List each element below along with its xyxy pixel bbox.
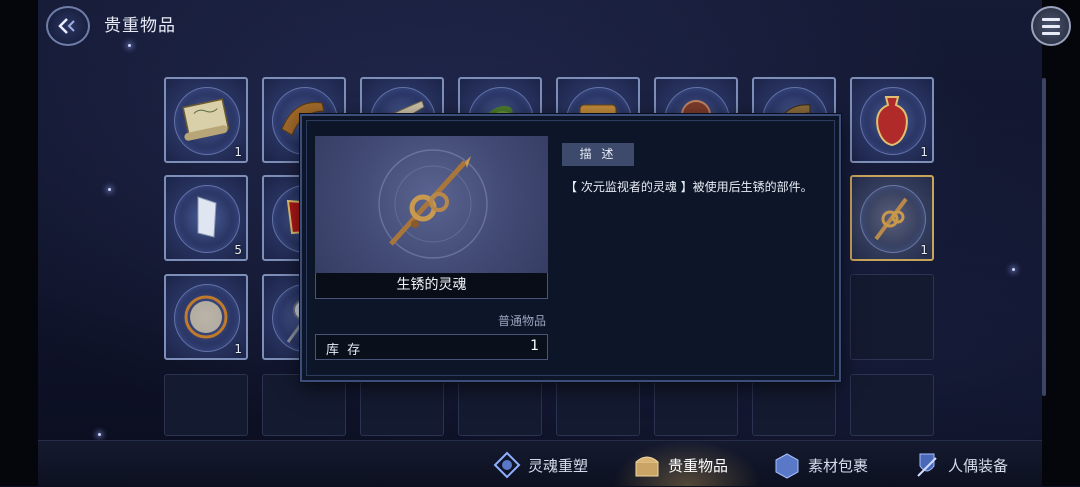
item-count: 1 (920, 145, 928, 159)
tab-material-bag[interactable]: 素材包裹 (772, 448, 868, 482)
page-title: 贵重物品 (104, 16, 176, 36)
item-type: 普通物品 (497, 314, 546, 328)
background-star (1012, 268, 1015, 271)
background-star (98, 433, 101, 436)
item-count: 1 (234, 145, 242, 159)
item-detail-popup: 生锈的灵魂 普通物品 库 存 1 描 述 【 次元监视者的灵魂 】被使用后生锈的… (300, 114, 841, 382)
stock-label: 库 存 (326, 343, 363, 358)
inventory-scrollbar[interactable] (1042, 78, 1046, 396)
back-button[interactable] (46, 6, 90, 46)
inventory-slot-empty[interactable] (164, 374, 248, 436)
rusty-soul-icon (874, 197, 908, 241)
inventory-slot[interactable]: 1 (164, 77, 248, 163)
glowing-orb-icon (184, 295, 228, 339)
inventory-slot-empty[interactable] (654, 374, 738, 436)
item-description: 【 次元监视者的灵魂 】被使用后生锈的部件。 (565, 180, 813, 194)
puppet-equipment-icon (912, 450, 942, 480)
hamburger-menu-icon (1042, 16, 1060, 37)
inventory-slot-empty[interactable] (850, 274, 934, 360)
inventory-slot[interactable]: 5 (164, 175, 248, 261)
vase-icon (876, 96, 908, 147)
inventory-slot-empty[interactable] (458, 374, 542, 436)
tab-label: 素材包裹 (808, 456, 869, 475)
item-count: 1 (234, 342, 242, 356)
stock-value: 1 (530, 338, 539, 354)
inventory-slot-empty[interactable] (360, 374, 444, 436)
background-star (128, 44, 131, 47)
tab-valuables[interactable]: 贵重物品 (632, 448, 728, 482)
tab-label: 人偶装备 (948, 456, 1009, 475)
inventory-slot-empty[interactable] (850, 374, 934, 436)
crystal-icon (197, 196, 217, 238)
treasure-chest-icon (632, 450, 662, 480)
menu-button[interactable] (1031, 6, 1071, 46)
rusty-soul-large-icon (378, 149, 488, 259)
inventory-slot[interactable]: 1 (850, 77, 934, 163)
inventory-slot-empty[interactable] (752, 374, 836, 436)
item-preview (315, 136, 548, 273)
game-screen: 贵重物品 1 1 5 1 1 生锈的灵魂 普通物品 库 存 1 描 述 【 次元… (0, 0, 1080, 487)
scroll-icon (182, 98, 230, 141)
back-arrow-icon (58, 18, 75, 34)
background-star (108, 188, 111, 191)
item-count: 1 (920, 243, 928, 257)
inventory-slot-empty[interactable] (262, 374, 346, 436)
soul-reshape-icon (492, 450, 522, 480)
item-name: 生锈的灵魂 (315, 273, 548, 299)
inventory-slot-empty[interactable] (556, 374, 640, 436)
tab-soul-reshape[interactable]: 灵魂重塑 (492, 448, 588, 482)
tab-label: 贵重物品 (668, 456, 729, 475)
item-count: 5 (234, 243, 242, 257)
left-letterbox (0, 0, 38, 486)
tab-description[interactable]: 描 述 (562, 143, 634, 166)
tab-puppet-equipment[interactable]: 人偶装备 (912, 448, 1008, 482)
inventory-slot[interactable]: 1 (164, 274, 248, 360)
stock-row: 库 存 1 (315, 334, 548, 360)
inventory-slot-selected[interactable]: 1 (850, 175, 934, 261)
right-letterbox (1042, 0, 1080, 486)
material-box-icon (772, 450, 802, 480)
tab-label: 灵魂重塑 (528, 456, 589, 475)
